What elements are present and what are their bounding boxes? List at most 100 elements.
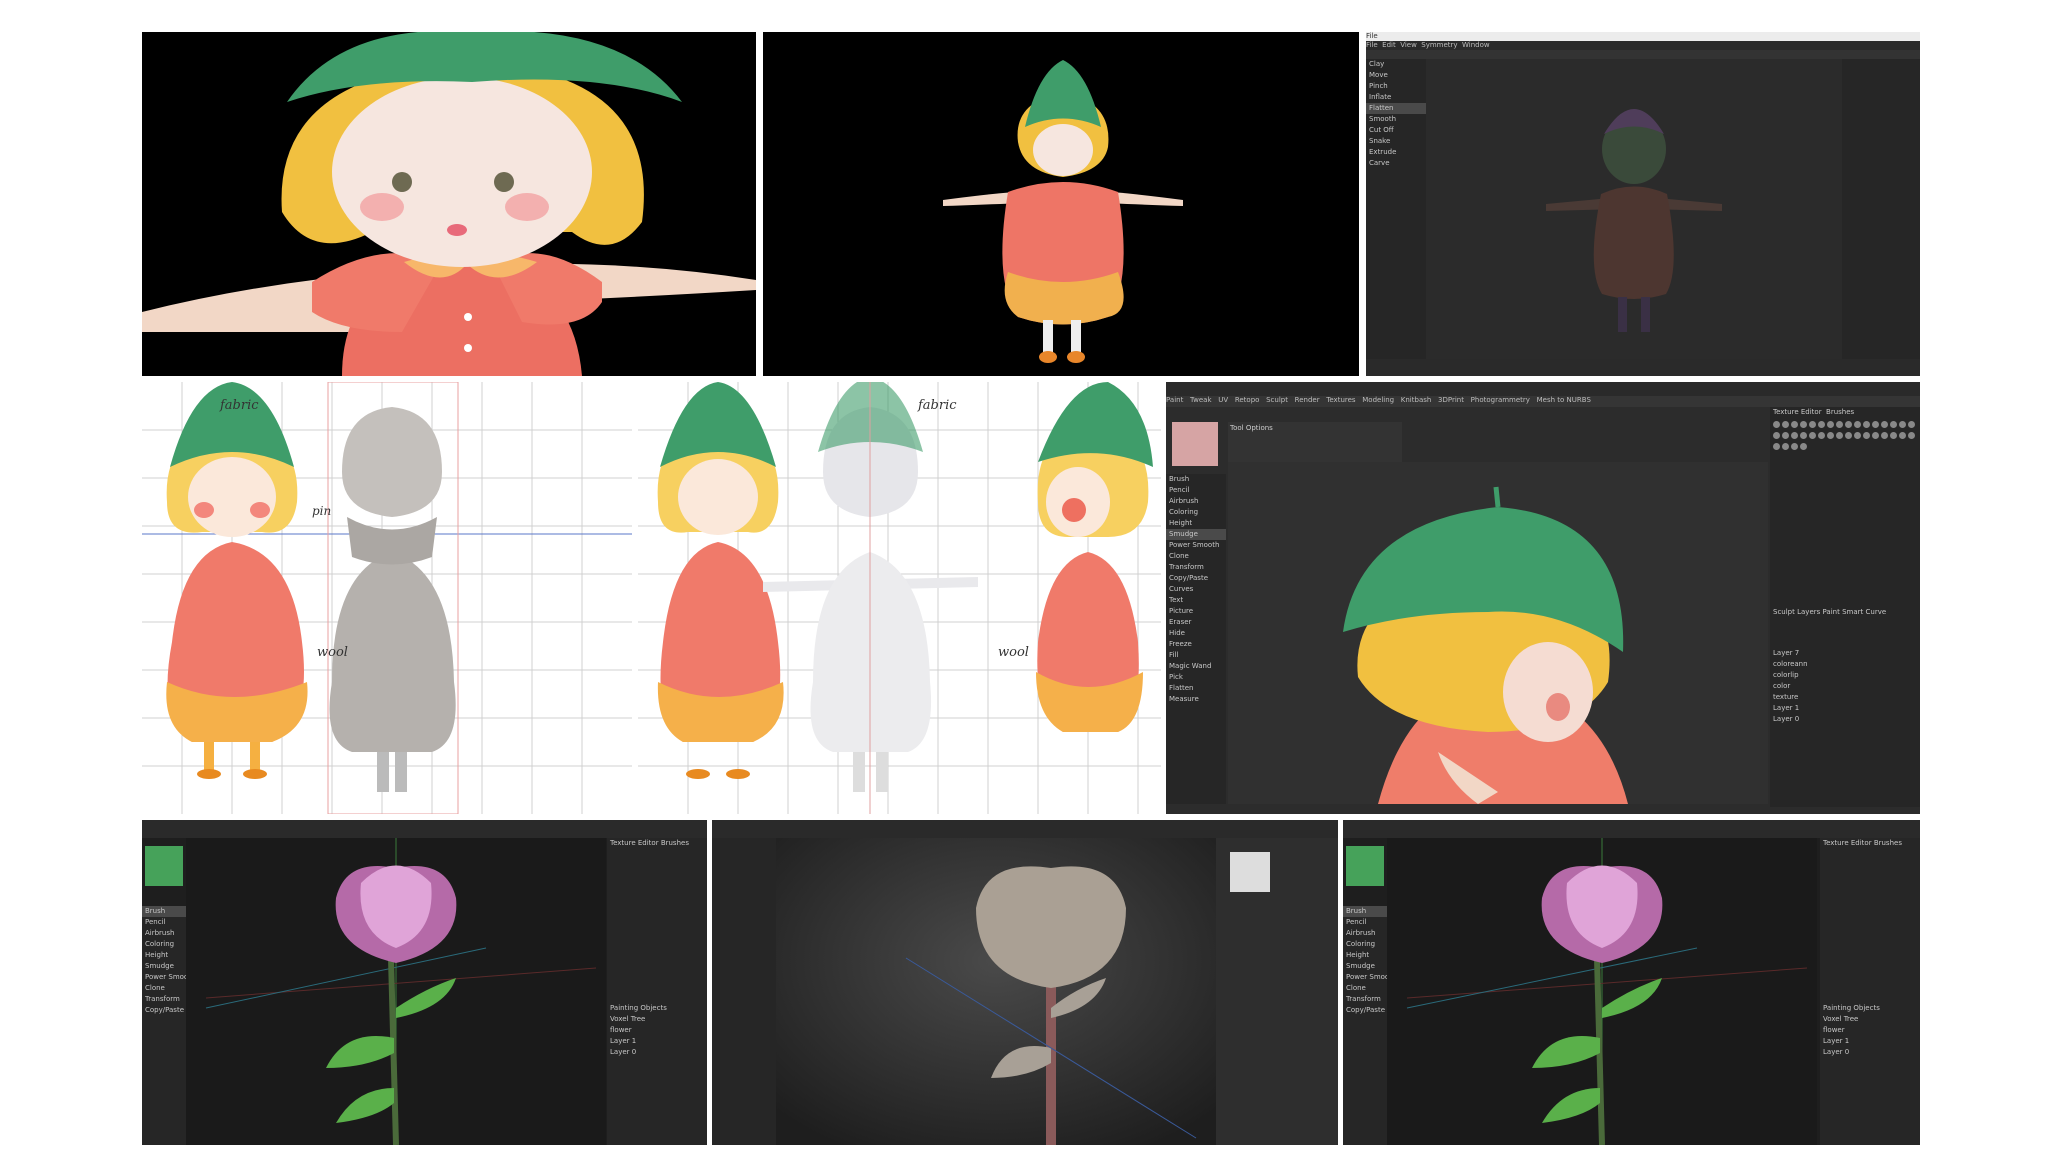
tool-hide[interactable]: Hide [1166, 628, 1226, 639]
layers-tabs[interactable]: Sculpt Layers Paint Smart Curve [1770, 607, 1920, 618]
top-toolbar[interactable] [1166, 382, 1920, 396]
tool-item[interactable]: Flatten [1366, 103, 1426, 114]
paint-toolbar[interactable]: Brush Pencil Airbrush Coloring Height Sm… [1166, 474, 1226, 804]
tab-brushes[interactable]: Brushes [1826, 408, 1854, 416]
tool-airbrush[interactable]: Airbrush [1166, 496, 1226, 507]
tab-texture-editor[interactable]: Texture Editor [1773, 408, 1822, 416]
viewport-flower[interactable] [1387, 838, 1817, 1145]
tool-transform[interactable]: Transform [1166, 562, 1226, 573]
tab-textures[interactable]: Textures [1326, 396, 1355, 404]
menu-edit[interactable]: Edit [1382, 41, 1396, 49]
layer-row[interactable]: Layer 1 [607, 1036, 707, 1047]
menu-view[interactable]: View [1400, 41, 1417, 49]
tool-brush[interactable]: Brush [1343, 906, 1387, 917]
tool-item[interactable]: Move [1366, 70, 1426, 81]
layer-row[interactable]: colorlip [1770, 670, 1920, 681]
layer-row[interactable]: Layer 1 [1770, 703, 1920, 714]
layer-row[interactable]: Voxel Tree [607, 1014, 707, 1025]
tab-uv[interactable]: UV [1218, 396, 1228, 404]
top-toolbar[interactable] [712, 820, 1338, 838]
paint-toolbar[interactable]: Brush Pencil Airbrush Coloring Height Sm… [142, 906, 186, 1145]
color-swatch[interactable] [1346, 846, 1384, 886]
tool-height[interactable]: Height [1166, 518, 1226, 529]
tab-photogrammetry[interactable]: Photogrammetry [1471, 396, 1530, 404]
layer-row[interactable]: Layer 0 [1770, 714, 1920, 725]
tool-item[interactable]: Pinch [1366, 81, 1426, 92]
tool-text[interactable]: Text [1166, 595, 1226, 606]
layer-row[interactable]: color [1770, 681, 1920, 692]
tool-magic-wand[interactable]: Magic Wand [1166, 661, 1226, 672]
tool-airbrush[interactable]: Airbrush [142, 928, 186, 939]
brushes-panel-tabs[interactable]: Texture Editor Brushes [1820, 838, 1920, 849]
tool-item[interactable]: Cut Off [1366, 125, 1426, 136]
tool-copy-paste[interactable]: Copy/Paste [1343, 1005, 1387, 1016]
right-dock[interactable]: Texture Editor Brushes Painting Objects … [1820, 838, 1920, 1145]
tool-coloring[interactable]: Coloring [142, 939, 186, 950]
viewport-voxel-flower[interactable] [776, 838, 1216, 1145]
tool-item[interactable]: Inflate [1366, 92, 1426, 103]
right-dock[interactable] [1842, 59, 1920, 359]
tool-item[interactable]: Clay [1366, 59, 1426, 70]
tool-item[interactable]: Smooth [1366, 114, 1426, 125]
tool-smudge[interactable]: Smudge [1343, 961, 1387, 972]
tool-clone[interactable]: Clone [1343, 983, 1387, 994]
tab-modeling[interactable]: Modeling [1362, 396, 1394, 404]
objects-panel[interactable]: Painting Objects Voxel Tree flower Layer… [1820, 1003, 1920, 1058]
tool-eraser[interactable]: Eraser [1166, 617, 1226, 628]
viewport-flower[interactable] [186, 838, 606, 1145]
viewport-hat-model[interactable] [1228, 462, 1768, 804]
primitive-cube-icon[interactable] [1220, 842, 1280, 902]
layer-row[interactable]: Layer 0 [607, 1047, 707, 1058]
tool-transform[interactable]: Transform [1343, 994, 1387, 1005]
tool-power-smooth[interactable]: Power Smooth [142, 972, 186, 983]
objects-panel[interactable]: Painting Objects Voxel Tree flower Layer… [607, 1003, 707, 1058]
tool-brush[interactable]: Brush [1166, 474, 1226, 485]
layer-row[interactable]: coloreann [1770, 659, 1920, 670]
tool-coloring[interactable]: Coloring [1343, 939, 1387, 950]
layer-row[interactable]: Voxel Tree [1820, 1014, 1920, 1025]
layers-panel[interactable]: Sculpt Layers Paint Smart Curve Layer 7 … [1770, 607, 1920, 725]
tool-smudge[interactable]: Smudge [1166, 529, 1226, 540]
layer-row[interactable]: Layer 7 [1770, 648, 1920, 659]
paint-toolbar[interactable]: Brush Pencil Airbrush Coloring Height Sm… [1343, 906, 1387, 1145]
room-tabs[interactable]: Paint Tweak UV Retopo Sculpt Render Text… [1166, 396, 1920, 407]
menu-bar[interactable]: File Edit View Symmetry Window [1366, 41, 1920, 50]
tool-item[interactable]: Snake [1366, 136, 1426, 147]
tool-power-smooth[interactable]: Power Smooth [1343, 972, 1387, 983]
layer-row[interactable]: Layer 0 [1820, 1047, 1920, 1058]
tab-paint[interactable]: Paint [1166, 396, 1183, 404]
tab-3dprint[interactable]: 3DPrint [1438, 396, 1464, 404]
tool-pick[interactable]: Pick [1166, 672, 1226, 683]
tool-brush[interactable]: Brush [142, 906, 186, 917]
top-toolbar[interactable] [142, 820, 707, 838]
layer-row[interactable]: flower [607, 1025, 707, 1036]
layer-row[interactable]: flower [1820, 1025, 1920, 1036]
tool-item[interactable]: Extrude [1366, 147, 1426, 158]
tool-smudge[interactable]: Smudge [142, 961, 186, 972]
tool-fill[interactable]: Fill [1166, 650, 1226, 661]
tool-flatten[interactable]: Flatten [1166, 683, 1226, 694]
tool-pencil[interactable]: Pencil [1166, 485, 1226, 496]
menu-symmetry[interactable]: Symmetry [1421, 41, 1457, 49]
panel-tabs[interactable]: Painting Objects [607, 1003, 707, 1014]
tool-curves[interactable]: Curves [1166, 584, 1226, 595]
tool-item[interactable]: Carve [1366, 158, 1426, 169]
color-swatch[interactable] [1172, 422, 1218, 466]
tool-pencil[interactable]: Pencil [142, 917, 186, 928]
tool-copy-paste[interactable]: Copy/Paste [142, 1005, 186, 1016]
room-tabs[interactable] [1366, 50, 1920, 59]
right-dock[interactable]: Texture Editor Brushes Painting Objects … [607, 838, 707, 1145]
file-menu-dropdown[interactable] [712, 838, 776, 1145]
tab-tweak[interactable]: Tweak [1190, 396, 1212, 404]
layer-row[interactable]: Layer 1 [1820, 1036, 1920, 1047]
menu-file[interactable]: File [1366, 41, 1378, 49]
tool-height[interactable]: Height [1343, 950, 1387, 961]
tab-render[interactable]: Render [1295, 396, 1320, 404]
tab-mesh-to-nurbs[interactable]: Mesh to NURBS [1537, 396, 1591, 404]
tool-pencil[interactable]: Pencil [1343, 917, 1387, 928]
tool-power-smooth[interactable]: Power Smooth [1166, 540, 1226, 551]
tool-picture[interactable]: Picture [1166, 606, 1226, 617]
tab-sculpt[interactable]: Sculpt [1266, 396, 1288, 404]
color-swatch[interactable] [145, 846, 183, 886]
tool-freeze[interactable]: Freeze [1166, 639, 1226, 650]
